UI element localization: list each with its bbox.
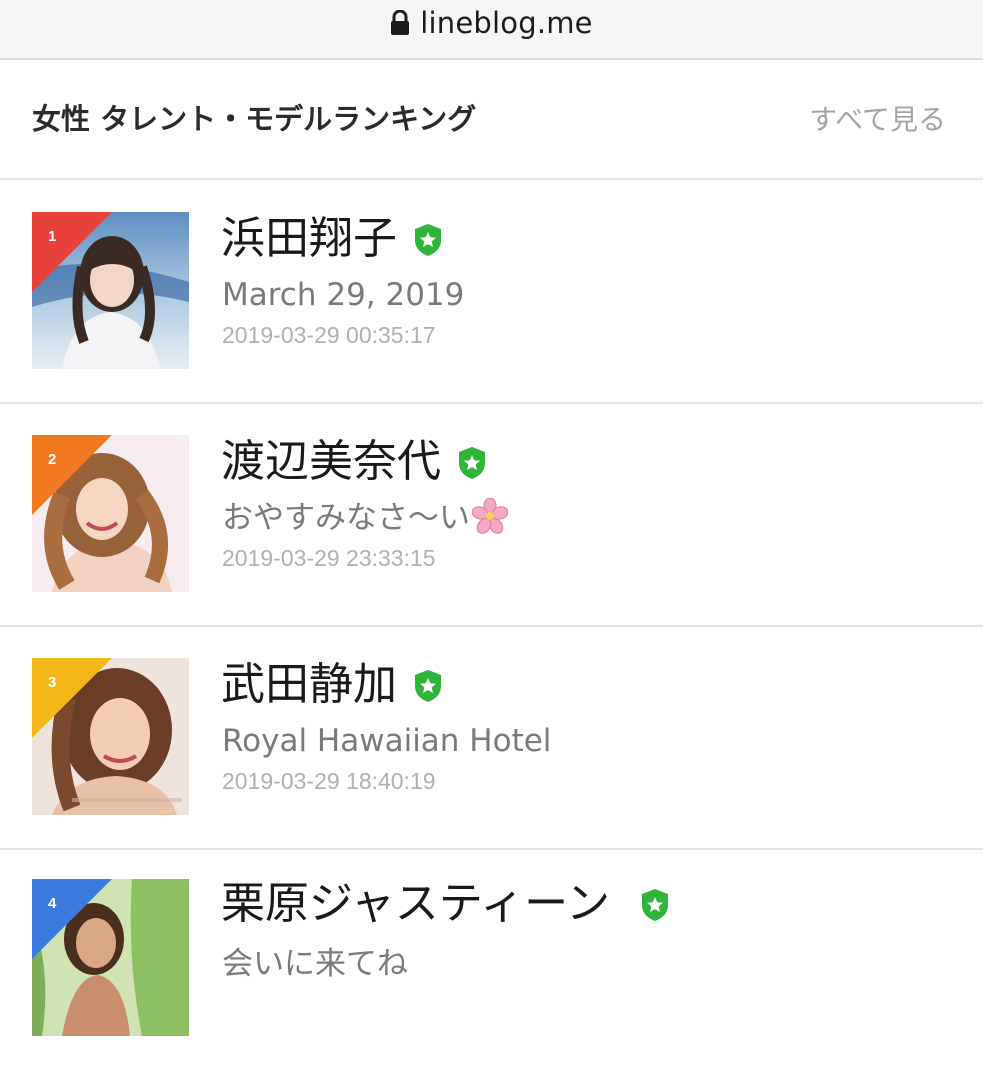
post-title: Royal Hawaiian Hotel (222, 723, 552, 759)
post-title: おやすみなさ〜い (222, 498, 508, 538)
ranking-row[interactable]: 4 栗原ジャスティーン 会いに来てね (0, 849, 983, 1071)
rank-number: 1 (48, 228, 57, 245)
post-date: 2019-03-29 23:33:15 (222, 545, 436, 571)
section-title: 女性 タレント・モデルランキング (32, 102, 477, 136)
ranking-row[interactable]: 3 武田静加 Royal Hawaiian Hotel 2019-03-29 1… (0, 626, 983, 850)
rank-number: 2 (48, 451, 57, 468)
verified-shield-star-icon (641, 889, 668, 921)
see-all-link[interactable]: すべて見る (809, 98, 946, 138)
post-title: March 29, 2019 (222, 277, 465, 313)
ranking-section-header: 女性 タレント・モデルランキング すべて見る (0, 60, 983, 180)
ranking-row[interactable]: 1 浜田翔子 March 29, 2019 2019-03-29 00:35:1… (0, 180, 983, 404)
post-date: 2019-03-29 00:35:17 (222, 322, 436, 348)
avatar: 3 (32, 658, 189, 815)
post-date: 2019-03-29 18:40:19 (222, 768, 436, 794)
blogger-name: 浜田翔子 (221, 213, 397, 264)
blogger-name: 渡辺美奈代 (221, 436, 441, 487)
verified-shield-star-icon (459, 447, 485, 479)
url-text: lineblog.me (420, 6, 593, 40)
verified-shield-star-icon (415, 224, 441, 256)
post-title: 会いに来てね (222, 946, 408, 982)
lock-icon (391, 10, 410, 35)
blogger-name: 栗原ジャスティーン (221, 878, 610, 929)
post-title-text: おやすみなさ〜い (222, 500, 470, 536)
rank-number: 3 (48, 674, 57, 691)
rank-number: 4 (48, 895, 57, 912)
ranking-row[interactable]: 2 渡辺美奈代 おやすみなさ〜い 2019-03-29 23:33:15 (0, 403, 983, 627)
avatar: 2 (32, 435, 189, 592)
cherry-blossom-icon (472, 498, 508, 534)
avatar: 4 (32, 879, 189, 1036)
browser-address-bar[interactable]: lineblog.me (0, 0, 983, 60)
blogger-name: 武田静加 (221, 659, 397, 710)
avatar: 1 (32, 212, 189, 369)
verified-shield-star-icon (415, 670, 441, 702)
